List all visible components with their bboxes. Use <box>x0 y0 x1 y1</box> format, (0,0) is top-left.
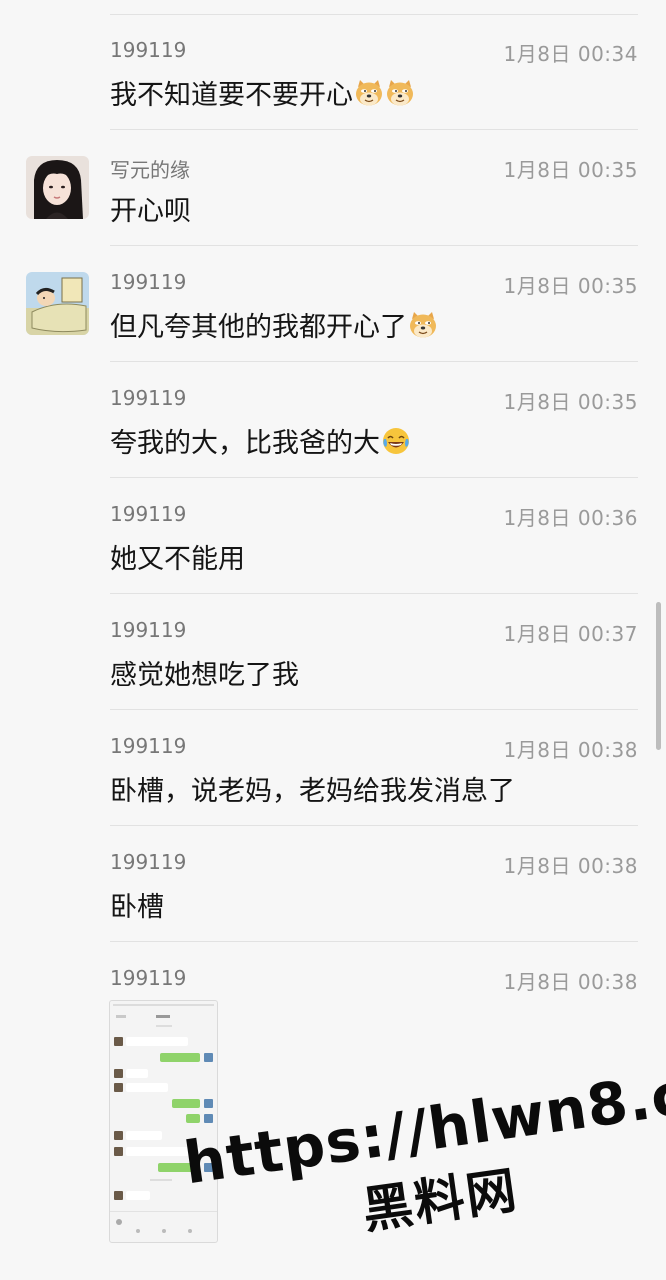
avatar[interactable] <box>26 272 89 335</box>
sender-name: 写元的缘 <box>110 158 190 182</box>
message-item[interactable]: 199119 1月8日 00:34 我不知道要不要开心 <box>0 14 666 130</box>
message-text: 夸我的大，比我爸的大 <box>110 421 411 460</box>
message-text: 感觉她想吃了我 <box>110 660 299 691</box>
message-time: 1月8日 00:38 <box>503 970 638 994</box>
message-item[interactable]: 199119 1月8日 00:36 她又不能用 <box>0 478 666 594</box>
message-time: 1月8日 00:36 <box>503 506 638 530</box>
sender-name: 199119 <box>110 38 187 62</box>
message-time: 1月8日 00:38 <box>503 854 638 878</box>
message-text: 我不知道要不要开心 <box>110 73 415 112</box>
message-item[interactable]: 199119 1月8日 00:37 感觉她想吃了我 <box>0 594 666 710</box>
doge-icon <box>387 80 413 106</box>
message-item[interactable]: 写元的缘 1月8日 00:35 开心呗 <box>0 130 666 246</box>
message-time: 1月8日 00:35 <box>503 390 638 414</box>
doge-icon <box>356 80 382 106</box>
message-text: 但凡夸其他的我都开心了 <box>110 305 438 344</box>
message-item[interactable]: 199119 1月8日 00:35 夸我的大，比我爸的大 <box>0 362 666 478</box>
message-time: 1月8日 00:35 <box>503 274 638 298</box>
message-text: 她又不能用 <box>110 544 245 575</box>
message-text: 卧槽 <box>110 892 164 923</box>
sender-name: 199119 <box>110 850 187 874</box>
message-time: 1月8日 00:34 <box>503 42 638 66</box>
message-time: 1月8日 00:38 <box>503 738 638 762</box>
sender-name: 199119 <box>110 734 187 758</box>
sender-name: 199119 <box>110 386 187 410</box>
cartoon-avatar-image <box>26 272 89 335</box>
message-item[interactable]: 199119 1月8日 00:38 卧槽，说老妈，老妈给我发消息了 <box>0 710 666 826</box>
message-item[interactable]: 199119 1月8日 00:38 卧槽 <box>0 826 666 942</box>
message-text: 卧槽，说老妈，老妈给我发消息了 <box>110 776 515 807</box>
message-time: 1月8日 00:35 <box>503 158 638 182</box>
sender-name: 199119 <box>110 618 187 642</box>
message-item[interactable]: 199119 1月8日 00:35 但凡夸其他的我都开心了 <box>0 246 666 362</box>
message-time: 1月8日 00:37 <box>503 622 638 646</box>
avatar[interactable] <box>26 156 89 219</box>
sender-name: 199119 <box>110 502 187 526</box>
sender-name: 199119 <box>110 966 187 990</box>
message-text: 开心呗 <box>110 196 191 227</box>
sender-name: 199119 <box>110 270 187 294</box>
laugh-cry-icon <box>383 428 409 454</box>
doge-icon <box>410 312 436 338</box>
scrollbar[interactable] <box>656 602 661 750</box>
girl-avatar-image <box>26 156 89 219</box>
